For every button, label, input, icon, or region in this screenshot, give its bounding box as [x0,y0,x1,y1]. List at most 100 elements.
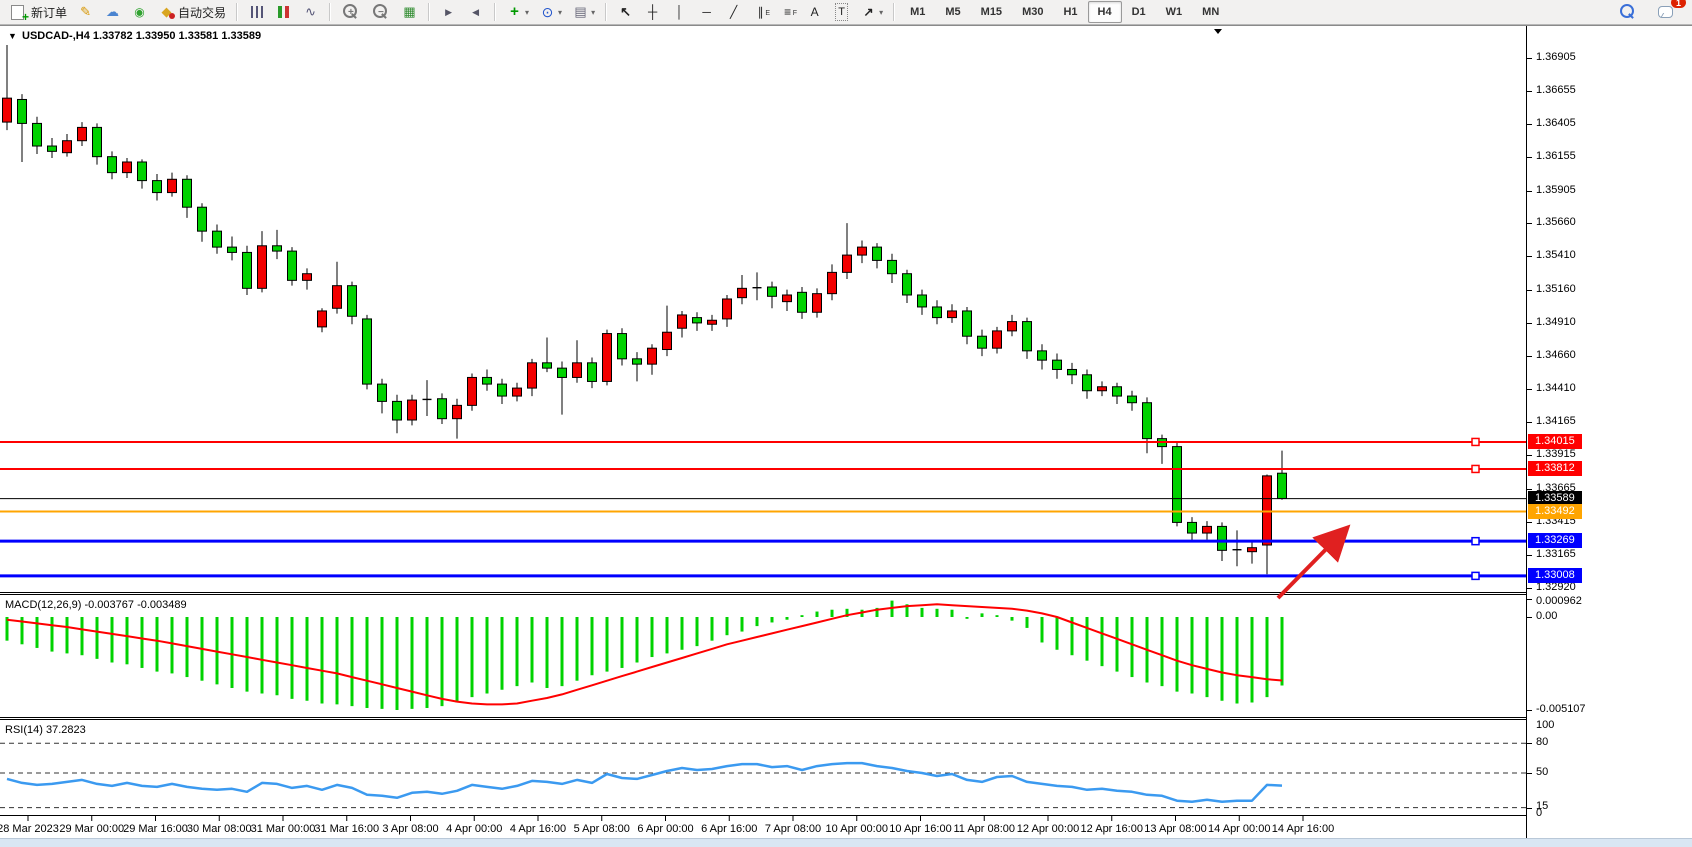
tf-m1-button[interactable]: M1 [900,1,935,23]
candle-bullish [318,311,327,327]
candle-bearish [1083,375,1092,391]
hline-handle[interactable] [1472,538,1479,545]
equidistant-channel-button[interactable] [747,1,774,23]
chart-shift-marker-icon[interactable] [1214,29,1222,34]
candle-bullish [1203,526,1212,533]
candle-bearish [1053,360,1062,369]
chevron-down-icon[interactable]: ▾ [558,8,562,17]
text-button[interactable] [801,1,828,23]
macd-pane[interactable] [7,601,1282,710]
new-order-icon [11,5,24,20]
arrows-button[interactable]: ▾ [855,1,888,23]
time-label: 31 Mar 00:00 [251,823,316,835]
time-label: 14 Apr 16:00 [1272,823,1334,835]
tf-mn-button[interactable]: MN [1192,1,1229,23]
candlestick-chart-button[interactable] [270,1,297,23]
periods-icon [539,4,556,20]
hline-handle[interactable] [1472,572,1479,579]
candle-bearish [288,251,297,280]
chevron-down-icon[interactable]: ▾ [525,8,529,17]
hline-handle[interactable] [1472,465,1479,472]
zoom-out-button[interactable] [366,1,396,23]
timeframe-label: W1 [1161,6,1188,18]
crayon-button[interactable] [72,1,99,23]
candle-doji [1233,549,1242,550]
search-button[interactable] [1613,1,1643,23]
templates-button[interactable]: ▾ [567,1,600,23]
axis-tick [1527,599,1532,600]
chevron-down-icon[interactable]: ▾ [879,8,883,17]
new-order-button[interactable]: 新订单 [4,1,72,23]
candle-bearish [768,287,777,296]
tf-h1-button[interactable]: H1 [1053,1,1087,23]
candle-bearish [108,157,117,173]
tf-m15-button[interactable]: M15 [971,1,1012,23]
fibonacci-button[interactable] [774,1,801,23]
auto-trading-button[interactable]: 自动交易 [153,1,231,23]
fibonacci-icon [779,4,796,20]
candle-bullish [1263,476,1272,545]
time-label: 31 Mar 16:00 [314,823,379,835]
signals-button[interactable] [126,1,153,23]
candle-bearish [198,207,207,231]
toolbar: 新订单 自动交易 ▾ ▾ ▾ ▾ M1M5M15M30H1H4D1 W1 MN 1 [0,0,1692,25]
tf-m30-button[interactable]: M30 [1012,1,1053,23]
tile-windows-button[interactable] [396,1,423,23]
text-label-button[interactable] [828,1,855,23]
horizontal-lines[interactable] [0,438,1526,815]
cursor-button[interactable] [612,1,639,23]
rsi-pane[interactable] [0,743,1526,807]
crosshair-button[interactable] [639,1,666,23]
trend-arrow[interactable] [1278,533,1342,598]
toolbar-separator [494,3,496,21]
hline-handle[interactable] [1472,438,1479,445]
arrow-annotation[interactable] [1278,533,1342,598]
time-label: 4 Apr 16:00 [510,823,566,835]
time-label: 4 Apr 00:00 [446,823,502,835]
vertical-line-button[interactable] [666,1,693,23]
line-chart-button[interactable] [297,1,324,23]
candle-bearish [273,246,282,251]
chart-shift-button[interactable] [462,1,489,23]
bar-chart-button[interactable] [243,1,270,23]
publish-button[interactable] [99,1,126,23]
periods-button[interactable]: ▾ [534,1,567,23]
candle-bullish [738,288,747,297]
chat-button[interactable]: 1 [1653,1,1680,23]
candle-bullish [168,179,177,192]
time-label: 10 Apr 00:00 [826,823,888,835]
price-tick-label: 1.34165 [1536,415,1576,427]
drawing-tools-group: ▾ [612,1,888,23]
time-axis[interactable]: 28 Mar 202329 Mar 00:0029 Mar 16:0030 Ma… [0,816,1334,835]
main-price-pane[interactable] [3,45,1287,574]
tf-w1-button[interactable]: W1 [1156,1,1193,23]
axis-tick [1527,489,1532,490]
chart-menu-arrow-icon[interactable]: ▼ [8,31,17,41]
chat-badge: 1 [1671,0,1686,8]
candle-bearish [873,247,882,260]
arrows-icon [860,4,877,20]
trendline-button[interactable] [720,1,747,23]
candle-bearish [903,274,912,295]
new-order-label: 新订单 [31,4,67,21]
price-badge-1.33269: 1.33269 [1528,533,1582,548]
time-label: 3 Apr 08:00 [382,823,438,835]
time-label: 5 Apr 08:00 [574,823,630,835]
tf-m5-button[interactable]: M5 [935,1,970,23]
tf-h4-button[interactable]: H4 [1088,1,1122,23]
candle-bullish [573,363,582,378]
price-axis[interactable]: 1.369051.366551.364051.361551.359051.356… [1526,26,1692,839]
tf-d1-button[interactable]: D1 [1122,1,1156,23]
time-label: 14 Apr 00:00 [1208,823,1270,835]
auto-scroll-button[interactable] [435,1,462,23]
zoom-in-button[interactable] [336,1,366,23]
price-tick-label: 1.35160 [1536,283,1576,295]
chevron-down-icon[interactable]: ▾ [591,8,595,17]
candle-doji [753,287,762,288]
chart-canvas[interactable]: 28 Mar 202329 Mar 00:0029 Mar 16:0030 Ma… [0,26,1526,839]
horizontal-line-button[interactable] [693,1,720,23]
add-indicator-button[interactable]: ▾ [501,1,534,23]
price-tick-label: 1.33165 [1536,548,1576,560]
candle-bullish [513,388,522,396]
candle-bullish [1098,387,1107,391]
